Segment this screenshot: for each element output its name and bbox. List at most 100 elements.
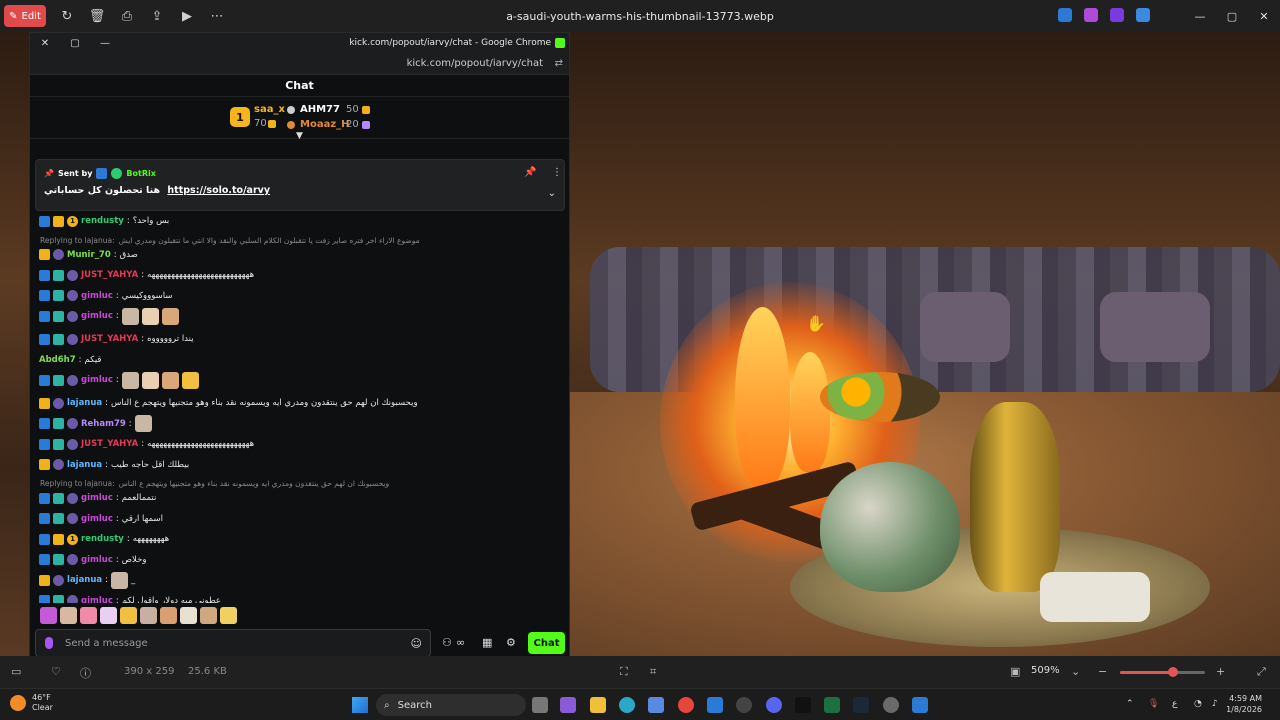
fullscreen-icon[interactable]: ⤢ [1257,665,1266,679]
info-icon[interactable]: ⓘ [80,665,91,681]
message-input[interactable]: Send a message [65,638,148,649]
chat-username[interactable]: lajanua [67,575,102,585]
chat-username[interactable]: JUST_YAHYA [81,439,138,449]
emote-icon[interactable] [121,371,139,389]
chat-username[interactable]: lajanua [67,460,102,470]
chat-username[interactable]: gimluc [81,375,113,385]
settings-icon[interactable]: ⚙ [506,636,516,649]
emote-icon[interactable] [220,607,237,624]
fit-icon[interactable]: ▣ [1010,665,1020,678]
store-icon[interactable] [648,697,664,713]
emote-icon[interactable] [60,607,77,624]
chat-username[interactable]: Munir_70 [67,250,111,260]
chat-username[interactable]: gimluc [81,291,113,301]
edit-button[interactable]: ✎ Edit [4,5,46,27]
photos-icon[interactable] [912,697,928,713]
emoji-icon[interactable]: ☺ [411,637,422,650]
chat-username[interactable]: gimluc [81,596,113,604]
capcut-icon[interactable] [795,697,811,713]
emote-icon[interactable] [111,571,129,589]
chat-send-button[interactable]: Chat [528,632,565,654]
pinned-link[interactable]: https://solo.to/arvy [167,185,270,196]
edge-icon[interactable] [619,697,635,713]
clock[interactable]: 4:59 AM 1/8/2026 [1226,693,1262,715]
chevron-up-icon[interactable]: ⌃ [1126,699,1134,709]
print-icon[interactable]: ⎙ [112,4,142,28]
emote-icon[interactable] [140,607,157,624]
chat-username[interactable]: Abd6h7 [39,355,76,365]
taskbar-search[interactable]: ⌕ Search [376,694,526,716]
scan-icon[interactable]: ⌗ [650,665,656,679]
discord-icon[interactable] [766,697,782,713]
slideshow-icon[interactable]: ▶ [172,4,202,28]
steam-icon[interactable] [853,697,869,713]
chat-username[interactable]: Reham79 [81,419,126,429]
close-icon[interactable]: ✕ [30,33,60,53]
settings-icon[interactable] [883,697,899,713]
mail-icon[interactable] [707,697,723,713]
chat-username[interactable]: gimluc [81,555,113,565]
second-name[interactable]: AHM77 [300,104,340,115]
emote-icon[interactable] [161,371,179,389]
third-name[interactable]: Moaaz_H [300,119,350,130]
chevron-down-icon[interactable]: ⌄ [1071,665,1080,678]
more-icon[interactable]: ⋯ [202,4,232,28]
emote-icon[interactable] [161,307,179,325]
emote-icon[interactable] [40,607,57,624]
favorite-icon[interactable]: ♡ [51,665,61,678]
weather-widget[interactable]: 46°F Clear [10,693,53,713]
volume-icon[interactable]: ♪ [1212,699,1218,709]
wifi-icon[interactable]: ◔ [1194,699,1202,709]
chevron-down-icon[interactable]: ⌄ [548,188,556,199]
maximize-icon[interactable]: ▢ [60,33,90,53]
chrome-icon[interactable] [678,697,694,713]
microphone-icon[interactable] [45,637,53,649]
emote-icon[interactable] [200,607,217,624]
collapse-icon[interactable]: ▼ [296,131,303,141]
emote-icon[interactable] [80,607,97,624]
minimize-icon[interactable]: — [90,33,120,53]
chat-username[interactable]: rendusty [81,534,124,544]
kicks-icon[interactable]: ⚇ [442,636,452,649]
crop-icon[interactable]: ⛶ [620,665,628,679]
start-icon[interactable] [352,697,368,713]
zoom-slider[interactable] [1120,667,1205,677]
gift-icon[interactable]: ▦ [482,636,492,649]
taskview-icon[interactable] [532,697,548,713]
share-icon[interactable]: ⇪ [142,4,172,28]
maximize-icon[interactable]: ▢ [1216,0,1248,32]
kebab-menu-icon[interactable]: ⋮ [552,167,562,178]
chat-username[interactable]: JUST_YAHYA [81,334,138,344]
delete-icon[interactable]: 🗑 [82,4,112,28]
copilot-icon[interactable] [560,697,576,713]
emote-icon[interactable] [100,607,117,624]
app-icon-1[interactable] [1058,8,1072,22]
excel-icon[interactable] [824,697,840,713]
reply-context[interactable]: Replying to lajanua: ويحسبونك ان لهم حق ي… [40,479,389,488]
app-icon-4[interactable] [1136,8,1150,22]
minimize-icon[interactable]: — [1184,0,1216,32]
reply-context[interactable]: Replying to lajanua: موضوع الاراء اخر فتر… [40,236,420,245]
emote-icon[interactable] [141,307,159,325]
chat-username[interactable]: rendusty [81,216,124,226]
chat-username[interactable]: lajanua [67,398,102,408]
pinned-sender-name[interactable]: BotRix [126,169,155,178]
microphone-icon[interactable]: 🎙 [1148,699,1159,709]
message-composer[interactable]: Send a message ☺ [35,629,431,657]
app-icon-3[interactable] [1110,8,1124,22]
file-explorer-icon[interactable] [590,697,606,713]
zoom-out-icon[interactable]: − [1098,665,1107,678]
close-icon[interactable]: ✕ [1248,0,1280,32]
app-icon-2[interactable] [1084,8,1098,22]
emote-icon[interactable] [121,307,139,325]
rotate-icon[interactable]: ↻ [52,4,82,28]
emote-icon[interactable] [134,415,152,432]
chat-username[interactable]: gimluc [81,514,113,524]
filmstrip-icon[interactable]: ▭ [11,665,21,678]
emote-icon[interactable] [181,371,199,389]
emote-icon[interactable] [120,607,137,624]
language-icon[interactable]: ع [1172,699,1177,709]
chat-username[interactable]: gimluc [81,311,113,321]
site-settings-icon[interactable]: ⇄ [555,58,563,69]
emote-icon[interactable] [141,371,159,389]
